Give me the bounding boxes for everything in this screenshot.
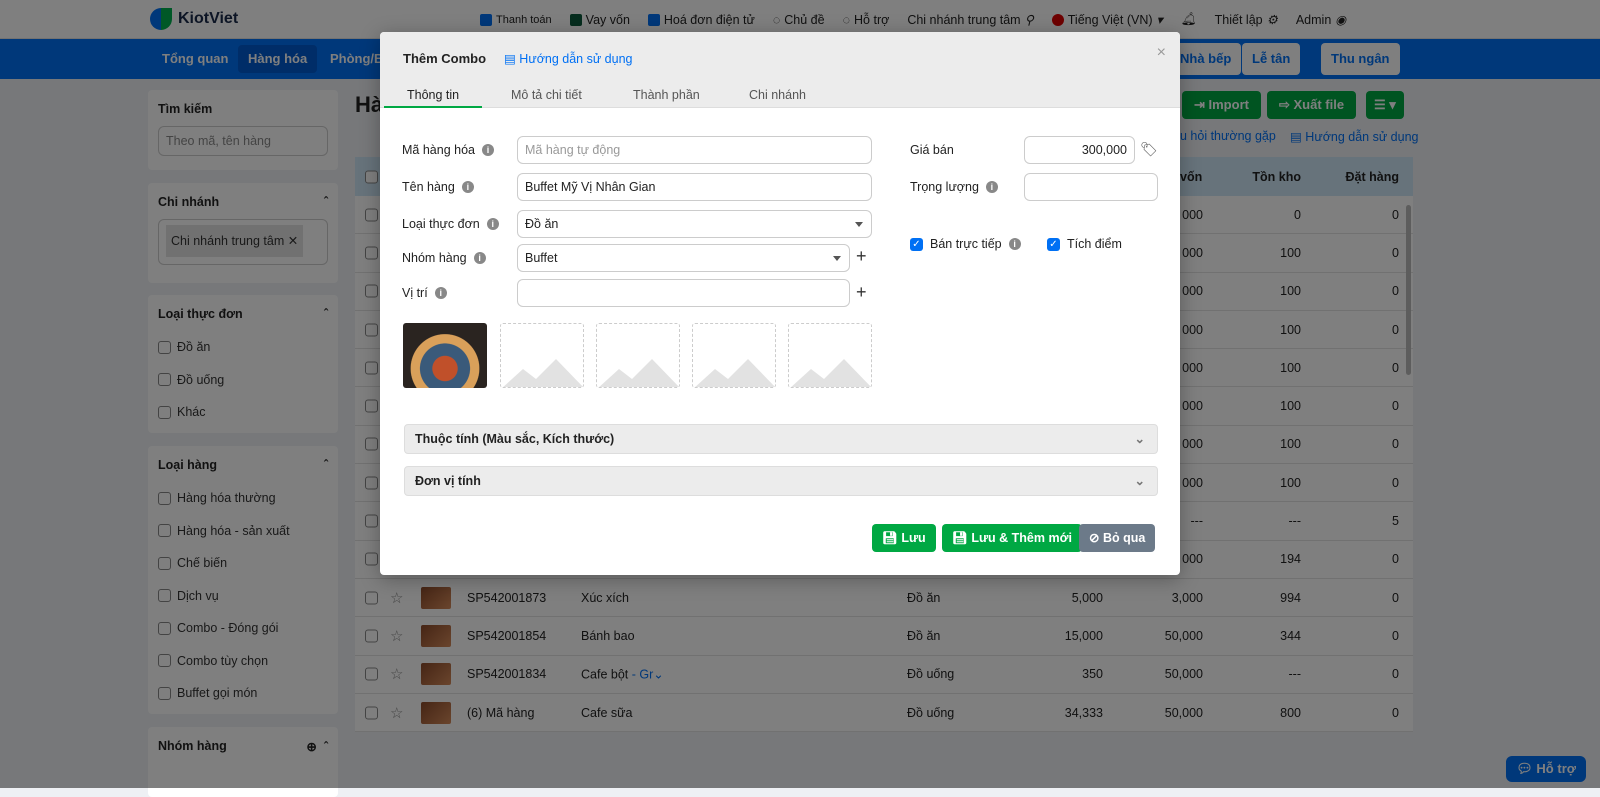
image-placeholder-icon xyxy=(599,359,679,387)
close-icon[interactable]: × xyxy=(1157,44,1166,62)
tab-branches[interactable]: Chi nhánh xyxy=(749,88,806,102)
image-placeholder[interactable] xyxy=(788,323,872,388)
group-label: Nhóm hàng i xyxy=(402,251,486,265)
weight-input[interactable] xyxy=(1024,173,1158,201)
checkbox-checked-icon[interactable]: ✓ xyxy=(910,237,923,251)
save-and-new-button[interactable]: 💾︎ Lưu & Thêm mới xyxy=(942,524,1082,552)
add-group-icon[interactable]: + xyxy=(856,246,867,267)
info-icon[interactable]: i xyxy=(1008,238,1021,250)
caret-down-icon xyxy=(833,256,841,265)
checkbox-checked-icon[interactable]: ✓ xyxy=(1047,237,1060,251)
menu-type-label: Loại thực đơn i xyxy=(402,217,499,231)
attributes-section[interactable]: Thuộc tính (Màu sắc, Kích thước) ⌄ xyxy=(404,424,1158,454)
dialog-guide-link[interactable]: ▤ Hướng dẫn sử dụng xyxy=(504,51,633,66)
image-placeholder-icon xyxy=(791,359,871,387)
units-section[interactable]: Đơn vị tính ⌄ xyxy=(404,466,1158,496)
dialog-header: Thêm Combo ▤ Hướng dẫn sử dụng × Thông t… xyxy=(380,32,1180,108)
info-icon[interactable]: i xyxy=(461,181,474,193)
tab-description[interactable]: Mô tả chi tiết xyxy=(511,88,582,102)
ban-icon: ⊘ xyxy=(1089,531,1103,545)
location-label: Vị trí i xyxy=(402,286,447,300)
chevron-down-icon: ⌄ xyxy=(1134,432,1145,446)
info-icon[interactable]: i xyxy=(486,218,499,230)
floppy-icon: 💾︎ xyxy=(882,531,902,545)
image-placeholder[interactable] xyxy=(500,323,584,388)
group-select[interactable]: Buffet xyxy=(517,244,850,272)
tab-info[interactable]: Thông tin xyxy=(384,88,483,108)
caret-down-icon xyxy=(855,222,863,231)
price-label: Giá bán xyxy=(910,143,954,157)
price-input[interactable]: 300,000 xyxy=(1024,136,1135,164)
code-input[interactable]: Mã hàng tự động xyxy=(517,136,872,164)
book-icon: ▤ xyxy=(504,52,520,66)
info-icon[interactable]: i xyxy=(434,287,447,299)
name-label: Tên hàng i xyxy=(402,180,474,194)
info-icon[interactable]: i xyxy=(473,252,486,264)
image-placeholder[interactable] xyxy=(692,323,776,388)
info-icon[interactable]: i xyxy=(481,144,494,156)
location-input[interactable] xyxy=(517,279,850,307)
name-input[interactable]: Buffet Mỹ Vị Nhân Gian xyxy=(517,173,872,201)
add-location-icon[interactable]: + xyxy=(856,282,867,303)
code-label: Mã hàng hóa i xyxy=(402,143,494,157)
floppy-icon: 💾︎ xyxy=(952,531,972,545)
product-image[interactable] xyxy=(403,323,487,388)
image-placeholder-icon xyxy=(695,359,775,387)
weight-label: Trọng lượng i xyxy=(910,180,998,194)
tab-components[interactable]: Thành phần xyxy=(633,88,700,102)
chevron-down-icon: ⌄ xyxy=(1134,474,1145,488)
points-checkbox[interactable]: ✓ Tích điểm xyxy=(1047,237,1122,251)
info-icon[interactable]: i xyxy=(985,181,998,193)
direct-sale-checkbox[interactable]: ✓ Bán trực tiếp i xyxy=(910,237,1021,251)
save-button[interactable]: 💾︎ Lưu xyxy=(872,524,936,552)
menu-type-select[interactable]: Đồ ăn xyxy=(517,210,872,238)
image-placeholder-icon xyxy=(503,359,583,387)
image-placeholder[interactable] xyxy=(596,323,680,388)
cancel-button[interactable]: ⊘ Bỏ qua xyxy=(1079,524,1156,552)
price-tag-icon[interactable]: 🏷︎ xyxy=(1140,141,1158,158)
add-combo-dialog: Thêm Combo ▤ Hướng dẫn sử dụng × Thông t… xyxy=(380,32,1180,575)
dialog-title: Thêm Combo xyxy=(403,51,487,66)
